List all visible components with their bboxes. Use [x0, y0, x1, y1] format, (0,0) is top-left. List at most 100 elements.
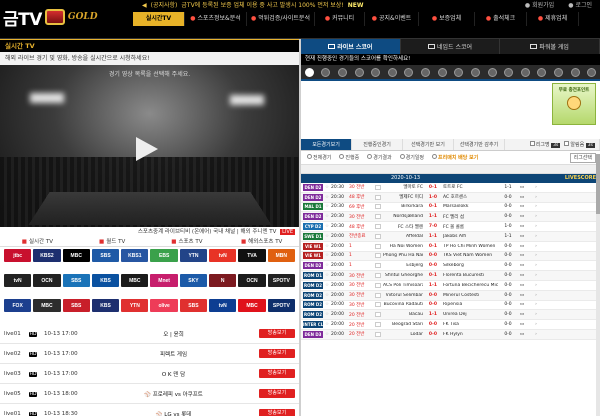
watch-button[interactable]: 방송보기 [259, 349, 295, 358]
chevron-right-icon[interactable]: › [529, 312, 543, 317]
tv-icon[interactable]: ▭ [515, 214, 529, 219]
tv-icon[interactable]: ▭ [515, 332, 529, 337]
channel-logo[interactable]: KBS2 [33, 249, 61, 262]
star-icon[interactable]: ☆ [323, 185, 331, 190]
watch-button[interactable]: 방송보기 [259, 369, 295, 378]
chevron-right-icon[interactable]: › [529, 332, 543, 337]
star-icon[interactable]: ☆ [323, 195, 331, 200]
game-row[interactable]: DEN D3 ☆ 20:00 20 전반 Lodar 0-0 FK Hylyn 0-0 ▭ › [301, 329, 600, 340]
game-row[interactable]: VIE W1 ☆ 20:00 1 Phong Phu Ha Nam 0-0 TKS Viet… [301, 251, 600, 262]
radio-icon[interactable] [432, 154, 438, 159]
nav-item[interactable]: ● 먹튀검증/사이트분석 [247, 12, 315, 26]
score-filter[interactable]: 경기일정 [399, 154, 424, 161]
star-icon[interactable]: ☆ [323, 234, 331, 239]
score-option[interactable]: 리그명 3s [529, 139, 561, 151]
channel-logo[interactable]: N [209, 274, 237, 287]
score-option-value[interactable]: 3s [551, 142, 561, 148]
live-list-row[interactable]: live02 HD 10-13 17:00 피렉트 게임 방송보기 [0, 344, 299, 364]
game-row[interactable]: VIE W1 ☆ 20:00 1 Ha Noi Women 0-1 TP Ho Chi Mi… [301, 242, 600, 252]
channel-logo[interactable]: FOX [4, 299, 32, 312]
game-row[interactable]: ROM D2 ☆ 20:00 20 전반 Bacau 1-1 Unirea Dej 0-0 ▭ › [301, 310, 600, 321]
tv-icon[interactable]: ▭ [515, 283, 529, 288]
channel-category-tab[interactable]: ■ 해외스포츠 TV [224, 237, 299, 246]
score-subtab[interactable]: 선택경기만 감추기 [454, 139, 505, 150]
nav-item[interactable]: ● 보증업체 [419, 12, 475, 26]
checkbox-icon[interactable] [375, 282, 381, 288]
checkbox-icon[interactable] [375, 322, 381, 328]
score-filter[interactable]: 전체경기 [307, 154, 331, 161]
nav-item[interactable]: ● 제휴업체 [527, 12, 579, 26]
tennis-icon[interactable] [404, 67, 414, 77]
live-list-row[interactable]: live01 HD 10-13 17:00 오 | 윤희 방송보기 [0, 324, 299, 344]
channel-logo[interactable]: SBS [91, 249, 120, 262]
live-list-row[interactable]: live01 HD 10-13 18:30 ⚾ LG vs 롯데 방송보기 [0, 404, 299, 416]
tv-icon[interactable]: ▭ [515, 224, 529, 229]
checkbox-icon[interactable] [529, 140, 535, 146]
checkbox-icon[interactable] [375, 302, 381, 308]
promo-banner[interactable]: 무료 충전포인트 [552, 83, 596, 125]
star-icon[interactable]: ☆ [323, 312, 331, 317]
channel-logo[interactable]: SPOTV [267, 299, 295, 312]
signup-link[interactable]: ● 회원가입 [525, 0, 554, 12]
checkbox-icon[interactable] [375, 331, 381, 337]
star-icon[interactable]: ☆ [323, 332, 331, 337]
tv-icon[interactable]: ▭ [515, 273, 529, 278]
game-row[interactable]: ROM D1 ☆ 20:00 30 전반 Sfintul Gheorghe 0-1 Flor… [301, 271, 600, 281]
watch-button[interactable]: 방송보기 [259, 389, 295, 398]
star-icon[interactable]: ☆ [323, 322, 331, 327]
tv-icon[interactable]: ▭ [515, 244, 529, 249]
star-icon[interactable]: ☆ [323, 244, 331, 249]
channel-logo[interactable]: olive [150, 299, 178, 312]
channel-logo[interactable]: MBC [121, 274, 149, 287]
badminton-icon[interactable] [537, 67, 547, 77]
channel-logo[interactable]: SBS [62, 274, 90, 287]
volleyball-icon[interactable] [354, 67, 364, 77]
channel-logo[interactable]: tvN [209, 249, 237, 262]
star-icon[interactable]: ☆ [323, 204, 331, 209]
chevron-right-icon[interactable]: › [529, 273, 543, 278]
checkbox-icon[interactable] [375, 292, 381, 298]
tv-icon[interactable]: ▭ [515, 263, 529, 268]
channel-logo[interactable]: SPOTV [267, 274, 295, 287]
channel-logo[interactable]: SBS [62, 299, 90, 312]
channel-logo[interactable]: MBN [267, 249, 295, 262]
game-row[interactable]: SWE D1 ☆ 20:00 전반종료 Affeldal 1-1 Jakobs Alfi 1-… [301, 231, 600, 242]
score-subtab[interactable]: 진행중인경기 [352, 139, 403, 150]
darts-icon[interactable] [553, 67, 563, 77]
basketball-icon[interactable] [338, 67, 348, 77]
checkbox-icon[interactable] [375, 184, 381, 190]
star-icon[interactable]: ☆ [323, 302, 331, 307]
checkbox-icon[interactable] [375, 263, 381, 269]
watch-button[interactable]: 방송보기 [259, 409, 295, 416]
golf-icon[interactable] [470, 67, 480, 77]
star-icon[interactable]: ☆ [323, 263, 331, 268]
chevron-right-icon[interactable]: › [529, 185, 543, 190]
tabletennis-icon[interactable] [487, 67, 497, 77]
score-tab[interactable]: 라이브 스코어 [301, 39, 401, 54]
game-row[interactable]: DEN D2 ☆ 20:30 30 전반 엘마토 FC 0-1 토트로 FC 1-1 ▭ › [301, 183, 600, 193]
checkbox-icon[interactable] [375, 224, 381, 230]
game-row[interactable]: ROM D2 ☆ 20:00 30 전반 Bucovina Radauti 0-0 Ripe… [301, 301, 600, 311]
game-row[interactable]: INTER CLUB☆20:00 20 전반 Beograd Stari 0-0 FK … [301, 320, 600, 330]
checkbox-icon[interactable] [375, 214, 381, 220]
soccer-icon[interactable] [304, 67, 314, 77]
futsal-icon[interactable] [570, 67, 580, 77]
channel-logo[interactable]: KBS [91, 299, 120, 312]
nav-item[interactable]: 실시간TV [133, 12, 185, 26]
channel-logo[interactable]: MBC [33, 299, 61, 312]
chevron-right-icon[interactable]: › [529, 322, 543, 327]
live-list-row[interactable]: live05 HD 10-13 18:00 ⚾ 프로레피 vs 아쿠프트 방송보기 [0, 384, 299, 404]
nav-item[interactable]: ● 커뮤니티 [315, 12, 365, 26]
live-button[interactable]: LIVE [280, 229, 295, 235]
score-option-value[interactable]: 3s [585, 142, 595, 148]
chevron-right-icon[interactable]: › [529, 244, 543, 249]
game-row[interactable]: ROM D2 ☆ 20:00 30 전반 ACS Poli Timisoara 1-1 Fo… [301, 281, 600, 291]
score-filter[interactable]: 경기결과 [367, 154, 392, 161]
game-row[interactable]: DEN D2 ☆ 20:00 1 Esbjerg 0-0 Silkeborg 0-0 ▭ › [301, 261, 600, 272]
score-subtab[interactable]: 선택경기만 보기 [403, 139, 454, 150]
tv-icon[interactable]: ▭ [515, 302, 529, 307]
score-filter[interactable]: 진행중 [339, 154, 359, 161]
score-tab[interactable]: 파워볼 게임 [500, 39, 600, 54]
channel-logo[interactable]: YTN [121, 299, 149, 312]
football-icon[interactable] [387, 67, 397, 77]
